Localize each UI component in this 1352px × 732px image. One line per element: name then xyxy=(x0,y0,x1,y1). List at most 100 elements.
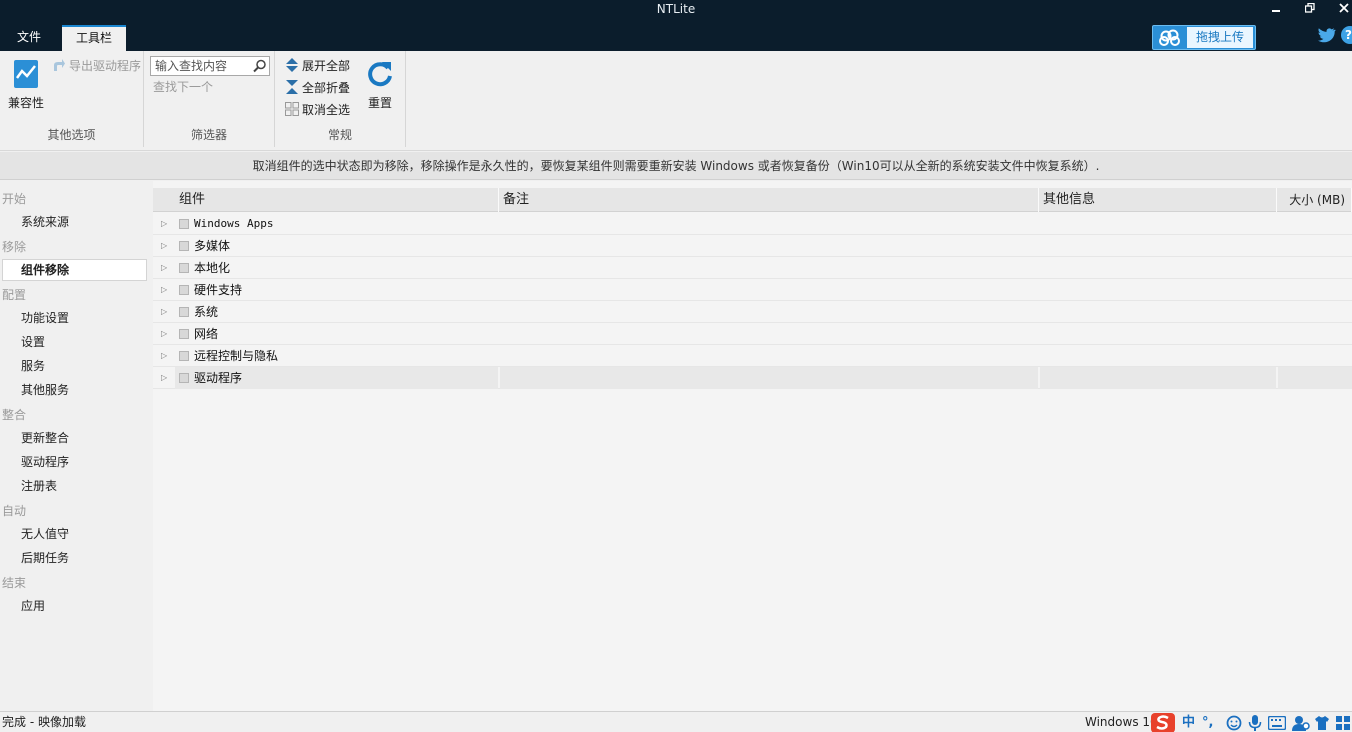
deselect-all-label: 取消全选 xyxy=(302,103,351,117)
sidebar-section-config: 配置 xyxy=(2,288,27,302)
help-icon[interactable]: ? xyxy=(1341,26,1352,44)
table-row[interactable]: ▷ 网络 xyxy=(153,323,1352,345)
search-box xyxy=(150,56,270,76)
upload-label: 拖拽上传 xyxy=(1187,27,1253,48)
sogou-logo-icon[interactable] xyxy=(1150,712,1176,732)
sidebar-section-start: 开始 xyxy=(2,192,27,206)
skin-shirt-icon[interactable] xyxy=(1314,715,1330,731)
collapse-all-button[interactable]: 全部折叠 xyxy=(285,78,350,98)
row-checkbox[interactable] xyxy=(179,263,189,273)
row-checkbox[interactable] xyxy=(179,307,189,317)
sidebar-item-unattended[interactable]: 无人值守 xyxy=(2,523,147,545)
table-row[interactable]: ▷ 远程控制与隐私 xyxy=(153,345,1352,367)
expand-arrow-icon[interactable]: ▷ xyxy=(161,345,171,367)
search-input[interactable] xyxy=(151,57,251,75)
tab-toolbar[interactable]: 工具栏 xyxy=(62,25,127,51)
column-header-component[interactable]: 组件 xyxy=(175,188,499,212)
sidebar-section-finish: 结束 xyxy=(2,576,27,590)
expand-arrow-icon[interactable]: ▷ xyxy=(161,301,171,323)
upload-button[interactable]: 拖拽上传 xyxy=(1152,25,1256,50)
row-checkbox[interactable] xyxy=(179,285,189,295)
restore-icon xyxy=(1304,2,1315,13)
info-bar: 取消组件的选中状态即为移除，移除操作是永久性的，要恢复某组件则需要重新安装 Wi… xyxy=(0,152,1352,180)
row-checkbox[interactable] xyxy=(179,351,189,361)
collapse-all-icon xyxy=(286,80,298,94)
os-version: Windows 10 xyxy=(1085,715,1158,729)
reset-button[interactable]: 重置 xyxy=(360,59,400,111)
expand-arrow-icon[interactable]: ▷ xyxy=(161,213,171,235)
search-icon[interactable] xyxy=(253,59,267,73)
column-header-notes[interactable]: 备注 xyxy=(499,188,1039,212)
column-header-info[interactable]: 其他信息 xyxy=(1039,188,1277,212)
table-row[interactable]: ▷ 多媒体 xyxy=(153,235,1352,257)
collapse-all-label: 全部折叠 xyxy=(302,81,351,95)
deselect-all-icon xyxy=(285,102,299,116)
row-checkbox[interactable] xyxy=(179,241,189,251)
group-general-label: 常规 xyxy=(327,128,352,142)
sidebar-section-remove: 移除 xyxy=(2,240,27,254)
sidebar-item-registry[interactable]: 注册表 xyxy=(2,475,147,497)
sidebar-item-source[interactable]: 系统来源 xyxy=(2,211,147,233)
expand-arrow-icon[interactable]: ▷ xyxy=(161,279,171,301)
expand-arrow-icon[interactable]: ▷ xyxy=(161,235,171,257)
ime-punct[interactable]: °, xyxy=(1202,713,1213,732)
sidebar-item-features[interactable]: 功能设置 xyxy=(2,307,147,329)
row-checkbox[interactable] xyxy=(179,329,189,339)
tab-file[interactable]: 文件 xyxy=(3,25,55,51)
sidebar-item-component-removal[interactable]: 组件移除 xyxy=(2,259,147,281)
status-text: 完成 - 映像加载 xyxy=(2,715,86,729)
keyboard-icon[interactable] xyxy=(1268,716,1286,730)
sidebar-section-auto: 自动 xyxy=(2,504,27,518)
export-drivers-button[interactable]: 导出驱动程序 xyxy=(52,56,141,76)
expand-all-icon xyxy=(286,58,298,72)
find-next-button[interactable]: 查找下一个 xyxy=(153,77,213,97)
sidebar: 开始 系统来源 移除 组件移除 配置 功能设置 设置 服务 其他服务 整合 更新… xyxy=(0,181,152,711)
emoji-icon[interactable] xyxy=(1226,715,1242,731)
column-header-size[interactable]: 大小 (MB) xyxy=(1277,188,1352,212)
row-label: 网络 xyxy=(194,327,219,341)
row-label: 多媒体 xyxy=(194,239,231,253)
microphone-icon[interactable] xyxy=(1248,715,1262,731)
sidebar-item-updates[interactable]: 更新整合 xyxy=(2,427,147,449)
user-icon[interactable] xyxy=(1292,715,1310,731)
sidebar-item-drivers[interactable]: 驱动程序 xyxy=(2,451,147,473)
minimize-button[interactable] xyxy=(1259,0,1293,18)
reset-label: 重置 xyxy=(367,96,392,110)
twitter-icon[interactable] xyxy=(1318,27,1336,43)
ribbon: 兼容性 导出驱动程序 其他选项 查找下一个 筛选器 展开全部 全部折叠 取消全选 xyxy=(0,51,1352,151)
table-row[interactable]: ▷ 本地化 xyxy=(153,257,1352,279)
compat-button[interactable]: 兼容性 xyxy=(6,59,46,111)
table-row[interactable]: ▷ Windows Apps xyxy=(153,213,1352,235)
ribbon-group-filter: 查找下一个 筛选器 xyxy=(144,51,275,147)
export-drivers-label: 导出驱动程序 xyxy=(69,59,142,73)
sidebar-item-settings[interactable]: 设置 xyxy=(2,331,147,353)
table-row[interactable]: ▷ 系统 xyxy=(153,301,1352,323)
ime-lang[interactable]: 中 xyxy=(1182,713,1195,732)
sidebar-item-services[interactable]: 服务 xyxy=(2,355,147,377)
expand-arrow-icon[interactable]: ▷ xyxy=(161,257,171,279)
row-cell-notes xyxy=(500,367,1038,389)
toolbox-grid-icon[interactable] xyxy=(1336,716,1350,730)
sidebar-section-integrate: 整合 xyxy=(2,408,27,422)
row-cell-size xyxy=(1278,367,1352,389)
cloud-icon xyxy=(1159,29,1180,46)
status-bar: 完成 - 映像加载 Windows 10 中 °, xyxy=(0,711,1352,732)
restore-button[interactable] xyxy=(1293,0,1327,18)
sidebar-item-other-services[interactable]: 其他服务 xyxy=(2,379,147,401)
component-tree: 组件 备注 其他信息 大小 (MB) ▷ Windows Apps ▷ 多媒体 … xyxy=(153,181,1352,711)
close-icon xyxy=(1339,3,1349,13)
close-button[interactable] xyxy=(1327,0,1352,18)
sidebar-item-apply[interactable]: 应用 xyxy=(2,595,147,617)
expand-all-button[interactable]: 展开全部 xyxy=(285,56,350,76)
expand-arrow-icon[interactable]: ▷ xyxy=(161,323,171,345)
ribbon-group-other: 兼容性 导出驱动程序 其他选项 xyxy=(0,51,144,147)
table-row[interactable]: ▷ 硬件支持 xyxy=(153,279,1352,301)
row-label: 驱动程序 xyxy=(194,371,243,385)
expand-arrow-icon[interactable]: ▷ xyxy=(161,367,171,389)
compat-label: 兼容性 xyxy=(7,96,44,110)
row-checkbox[interactable] xyxy=(179,219,189,229)
deselect-all-button[interactable]: 取消全选 xyxy=(285,100,350,120)
row-checkbox[interactable] xyxy=(179,373,189,383)
sidebar-item-post-setup[interactable]: 后期任务 xyxy=(2,547,147,569)
table-row-selected[interactable]: ▷ 驱动程序 xyxy=(153,367,1352,389)
